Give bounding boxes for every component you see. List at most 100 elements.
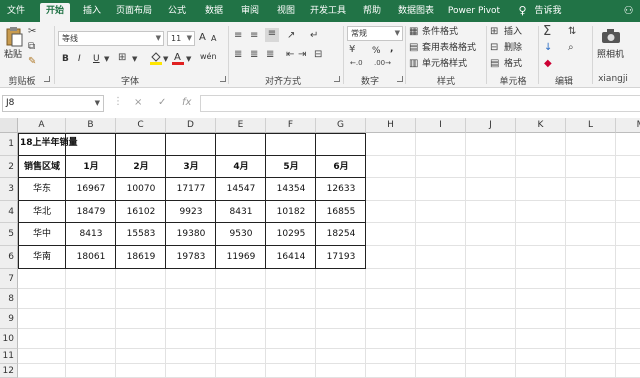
formula-input[interactable]: [200, 95, 640, 112]
more-options-icon[interactable]: ⋮: [113, 96, 123, 107]
wrap-text-icon[interactable]: ↵: [310, 30, 318, 42]
font-family-select[interactable]: 等线 ▼: [58, 31, 164, 46]
autosum-icon[interactable]: Σ: [543, 24, 551, 39]
sheet-title[interactable]: 18上半年销量: [20, 135, 78, 148]
cancel-entry-icon[interactable]: ×: [134, 97, 142, 108]
value-cell[interactable]: 8413: [66, 223, 116, 246]
value-cell[interactable]: 18061: [66, 246, 116, 269]
camera-button[interactable]: 照相机: [597, 49, 624, 61]
borders-icon[interactable]: ⊞: [118, 52, 126, 64]
value-cell[interactable]: 16102: [116, 201, 166, 223]
merge-cells-icon[interactable]: ⊟: [314, 49, 322, 61]
fill-down-icon[interactable]: ↓: [544, 42, 552, 54]
row-header-9[interactable]: 9: [0, 309, 18, 329]
column-header-m[interactable]: M: [616, 118, 640, 133]
value-cell[interactable]: 12633: [316, 178, 366, 201]
align-bottom-icon[interactable]: ≡: [265, 28, 279, 42]
increase-indent-icon[interactable]: ⇥: [298, 49, 306, 61]
column-header-l[interactable]: L: [566, 118, 616, 133]
percent-button[interactable]: %: [372, 45, 381, 57]
format-painter-icon[interactable]: ✎: [28, 56, 36, 68]
value-cell[interactable]: 9530: [216, 223, 266, 246]
font-launcher-icon[interactable]: [220, 76, 226, 82]
header-cell[interactable]: 销售区域: [18, 156, 66, 178]
tab-review[interactable]: 审阅: [236, 3, 264, 22]
region-cell[interactable]: 华东: [18, 178, 66, 201]
row-header-11[interactable]: 11: [0, 349, 18, 364]
value-cell[interactable]: 8431: [216, 201, 266, 223]
tab-data-chart[interactable]: 数据图表: [395, 3, 437, 22]
column-header-b[interactable]: B: [66, 118, 116, 133]
orientation-icon[interactable]: ↗: [287, 30, 295, 42]
tab-data[interactable]: 数据: [200, 3, 228, 22]
value-cell[interactable]: 14354: [266, 178, 316, 201]
value-cell[interactable]: 16967: [66, 178, 116, 201]
value-cell[interactable]: 10295: [266, 223, 316, 246]
fill-color-icon[interactable]: [150, 51, 162, 65]
column-header-a[interactable]: A: [18, 118, 66, 133]
bold-button[interactable]: B: [62, 53, 69, 65]
conditional-format-button[interactable]: 条件格式: [422, 26, 458, 38]
align-top-icon[interactable]: ≡: [234, 30, 242, 42]
currency-icon[interactable]: ¥: [349, 44, 355, 56]
column-header-e[interactable]: E: [216, 118, 266, 133]
tab-home[interactable]: 开始: [40, 3, 70, 22]
decrease-decimal-icon[interactable]: .00→: [374, 59, 391, 67]
column-header-h[interactable]: H: [366, 118, 416, 133]
row-header-3[interactable]: 3: [0, 178, 18, 201]
font-size-select[interactable]: 11 ▼: [167, 31, 195, 46]
tab-power-pivot[interactable]: Power Pivot: [446, 3, 502, 22]
value-cell[interactable]: 15583: [116, 223, 166, 246]
camera-icon[interactable]: [601, 28, 621, 44]
header-cell[interactable]: 6月: [316, 156, 366, 178]
copy-icon[interactable]: ⧉: [28, 41, 35, 53]
tab-formulas[interactable]: 公式: [163, 3, 191, 22]
number-launcher-icon[interactable]: [397, 76, 403, 82]
chevron-down-icon[interactable]: ▼: [186, 53, 191, 65]
enter-entry-icon[interactable]: ✓: [158, 97, 166, 108]
tab-developer[interactable]: 开发工具: [307, 3, 349, 22]
underline-button[interactable]: U: [93, 53, 100, 65]
header-cell[interactable]: 1月: [66, 156, 116, 178]
align-middle-icon[interactable]: ≡: [250, 30, 258, 42]
value-cell[interactable]: 18254: [316, 223, 366, 246]
tab-file[interactable]: 文件: [4, 3, 28, 22]
row-header-8[interactable]: 8: [0, 289, 18, 309]
alignment-launcher-icon[interactable]: [334, 76, 340, 82]
clipboard-launcher-icon[interactable]: [44, 76, 50, 82]
decrease-indent-icon[interactable]: ⇤: [286, 49, 294, 61]
tell-me-search[interactable]: 告诉我: [533, 3, 563, 22]
value-cell[interactable]: 18479: [66, 201, 116, 223]
font-color-icon[interactable]: A: [172, 50, 184, 66]
select-all-corner[interactable]: [0, 118, 18, 133]
tab-insert[interactable]: 插入: [79, 3, 105, 22]
region-cell[interactable]: 华南: [18, 246, 66, 269]
column-header-j[interactable]: J: [466, 118, 516, 133]
region-cell[interactable]: 华北: [18, 201, 66, 223]
row-header-4[interactable]: 4: [0, 201, 18, 223]
delete-cells-button[interactable]: 删除: [504, 42, 522, 54]
tab-page-layout[interactable]: 页面布局: [114, 3, 154, 22]
header-cell[interactable]: 4月: [216, 156, 266, 178]
user-icon[interactable]: ⚇: [622, 4, 635, 17]
shrink-font-button[interactable]: A: [211, 33, 216, 45]
italic-button[interactable]: I: [78, 53, 81, 65]
row-header-7[interactable]: 7: [0, 269, 18, 289]
value-cell[interactable]: 17177: [166, 178, 216, 201]
tab-help[interactable]: 帮助: [358, 3, 386, 22]
row-header-5[interactable]: 5: [0, 223, 18, 246]
comma-button[interactable]: ,: [390, 43, 393, 55]
column-header-g[interactable]: G: [316, 118, 366, 133]
chevron-down-icon[interactable]: ▼: [132, 53, 137, 65]
insert-function-icon[interactable]: fx: [182, 97, 191, 108]
header-cell[interactable]: 2月: [116, 156, 166, 178]
paste-icon[interactable]: [4, 26, 24, 48]
row-header-1[interactable]: 1: [0, 133, 18, 156]
row-header-6[interactable]: 6: [0, 246, 18, 269]
format-as-table-button[interactable]: 套用表格格式: [422, 42, 476, 54]
tab-view[interactable]: 视图: [272, 3, 300, 22]
chevron-down-icon[interactable]: ▼: [104, 53, 109, 65]
value-cell[interactable]: 9923: [166, 201, 216, 223]
row-header-2[interactable]: 2: [0, 156, 18, 178]
row-header-12[interactable]: 12: [0, 364, 18, 378]
